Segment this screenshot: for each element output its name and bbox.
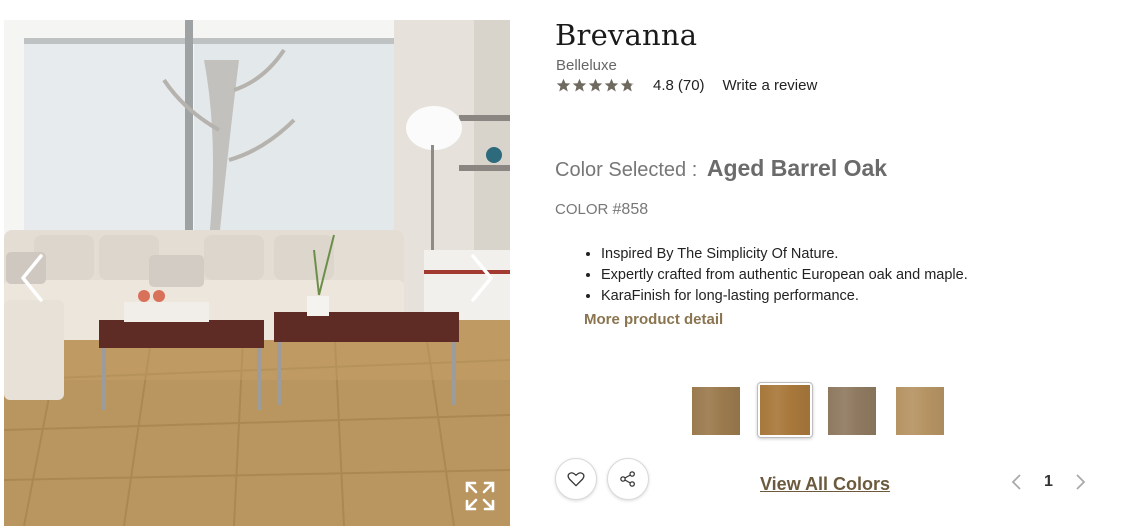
- star-icon: [572, 78, 587, 91]
- color-swatch[interactable]: [896, 387, 944, 435]
- swatch-fill: [760, 385, 810, 435]
- review-count[interactable]: (70): [678, 77, 705, 94]
- color-number-value: #858: [612, 201, 649, 218]
- share-button[interactable]: [607, 458, 649, 500]
- feature-item: Inspired By The Simplicity Of Nature.: [601, 244, 968, 265]
- favorite-button[interactable]: [555, 458, 597, 500]
- color-number-label: COLOR: [555, 201, 609, 218]
- chevron-left-icon[interactable]: [1010, 472, 1024, 492]
- product-room-image: [4, 20, 510, 526]
- page-number: 1: [1044, 473, 1053, 490]
- product-title: Brevanna: [555, 18, 698, 52]
- view-all-colors-link[interactable]: View All Colors: [760, 474, 890, 495]
- next-image-button[interactable]: [462, 250, 502, 306]
- write-review-link[interactable]: Write a review: [723, 77, 818, 94]
- expand-icon[interactable]: [464, 480, 496, 512]
- color-swatch[interactable]: [692, 387, 740, 435]
- color-selected-name: Aged Barrel Oak: [706, 155, 888, 181]
- color-selected: Color Selected : Aged Barrel Oak: [555, 155, 887, 182]
- star-icon: [556, 78, 571, 91]
- heart-icon: [567, 472, 585, 487]
- swatch-fill: [828, 387, 876, 435]
- rating-value: 4.8: [653, 76, 674, 94]
- color-number: COLOR #858: [555, 201, 648, 219]
- feature-list: Inspired By The Simplicity Of Nature. Ex…: [583, 244, 968, 307]
- previous-image-button[interactable]: [12, 250, 52, 306]
- star-icon: [604, 78, 619, 91]
- more-product-detail-link[interactable]: More product detail: [584, 311, 723, 328]
- feature-item: Expertly crafted from authentic European…: [601, 265, 968, 286]
- chevron-right-icon[interactable]: [1073, 472, 1087, 492]
- color-selected-label: Color Selected :: [555, 159, 698, 181]
- brand-name: Belleluxe: [556, 57, 617, 74]
- share-icon: [620, 471, 635, 487]
- rating-summary: 4.8 (70) Write a review: [556, 75, 817, 95]
- chevron-left-icon: [21, 254, 43, 302]
- star-rating: [556, 78, 635, 93]
- star-half-icon: [620, 78, 635, 91]
- swatch-pager: 1: [1010, 472, 1087, 492]
- color-swatches: [692, 382, 964, 438]
- color-swatch[interactable]: [757, 382, 813, 438]
- star-icon: [588, 78, 603, 91]
- product-image-carousel[interactable]: [4, 20, 510, 526]
- swatch-fill: [896, 387, 944, 435]
- color-swatch[interactable]: [828, 387, 876, 435]
- feature-item: KaraFinish for long-lasting performance.: [601, 286, 968, 307]
- swatch-fill: [692, 387, 740, 435]
- chevron-right-icon: [471, 254, 493, 302]
